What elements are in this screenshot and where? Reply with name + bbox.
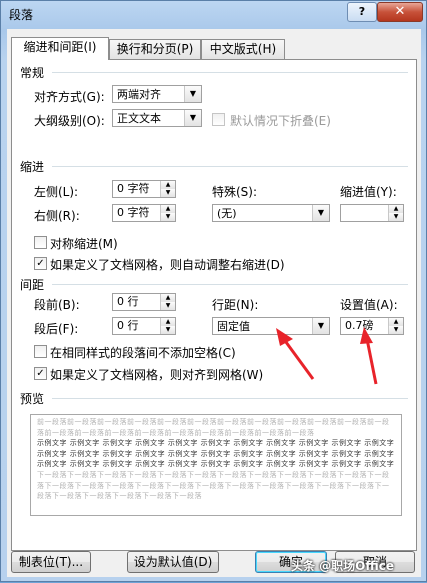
spacing-before-label: 段前(B):	[34, 298, 80, 312]
spacing-before-value: 0 行	[117, 295, 139, 308]
right-indent-value: 0 字符	[117, 206, 150, 219]
outline-level-select[interactable]: 正文文本 ▼	[112, 109, 202, 127]
spin-up-icon[interactable]: ▲	[160, 205, 175, 213]
section-spacing: 间距	[20, 278, 45, 292]
alignment-label: 对齐方式(G):	[34, 90, 105, 104]
tab-line-page-breaks[interactable]: 换行和分页(P)	[109, 39, 201, 59]
chevron-down-icon[interactable]: ▼	[184, 86, 201, 102]
spin-down-icon[interactable]: ▼	[160, 326, 175, 334]
spacing-after-spinner[interactable]: 0 行 ▲ ▼	[112, 317, 176, 335]
spin-down-icon[interactable]: ▼	[160, 302, 175, 310]
preview-next-paragraph: 下一段落下一段落下一段落下一段落下一段落下一段落下一段落下一段落下一段落下一段落…	[37, 470, 390, 501]
preview-sample-text: 示例文字 示例文字 示例文字 示例文字 示例文字 示例文字 示例文字 示例文字 …	[37, 439, 395, 469]
title-bar[interactable]: 段落 ? ✕	[1, 1, 426, 27]
no-space-label: 在相同样式的段落间不添加空格(C)	[50, 346, 236, 360]
paragraph-dialog: 段落 ? ✕ 缩进和间距(I) 换行和分页(P) 中文版式(H) 常规 对齐方式…	[0, 0, 427, 582]
outline-level-label: 大纲级别(O):	[34, 114, 105, 128]
spin-up-icon[interactable]: ▲	[388, 318, 403, 326]
left-indent-label: 左侧(L):	[34, 185, 79, 199]
section-general: 常规	[20, 66, 45, 80]
watermark: 头条 @职场Office	[291, 559, 395, 573]
line-spacing-label: 行距(N):	[212, 298, 259, 312]
line-spacing-at-spinner[interactable]: 0.7磅 ▲ ▼	[340, 317, 404, 335]
section-indentation: 缩进	[20, 160, 45, 174]
chevron-down-icon[interactable]: ▼	[184, 110, 201, 126]
close-button[interactable]: ✕	[377, 2, 423, 22]
special-value: (无)	[217, 207, 237, 220]
dialog-body: 缩进和间距(I) 换行和分页(P) 中文版式(H) 常规 对齐方式(G): 两端…	[7, 29, 421, 577]
auto-adjust-label: 如果定义了文档网格，则自动调整右缩进(D)	[50, 258, 285, 272]
tab-panel: 常规 对齐方式(G): 两端对齐 ▼ 大纲级别(O): 正文文本 ▼ 默认情况下…	[11, 59, 417, 551]
no-space-checkbox[interactable]	[34, 345, 47, 358]
indent-by-spinner[interactable]: ▲ ▼	[340, 204, 404, 222]
dialog-title: 段落	[9, 8, 34, 22]
spin-up-icon[interactable]: ▲	[160, 318, 175, 326]
preview-box: 前一段落前一段落前一段落前一段落前一段落前一段落前一段落前一段落前一段落前一段落…	[30, 414, 402, 516]
set-default-button[interactable]: 设为默认值(D)	[127, 551, 219, 573]
tab-indents-spacing[interactable]: 缩进和间距(I)	[11, 37, 109, 60]
spin-up-icon[interactable]: ▲	[160, 181, 175, 189]
spin-up-icon[interactable]: ▲	[388, 205, 403, 213]
spin-down-icon[interactable]: ▼	[160, 213, 175, 221]
divider	[52, 398, 408, 399]
spin-down-icon[interactable]: ▼	[160, 189, 175, 197]
mirror-indents-checkbox[interactable]	[34, 236, 47, 249]
mirror-indents-label: 对称缩进(M)	[50, 237, 118, 251]
tab-asian-typography[interactable]: 中文版式(H)	[201, 39, 285, 59]
spacing-before-spinner[interactable]: 0 行 ▲ ▼	[112, 293, 176, 311]
alignment-value: 两端对齐	[117, 88, 161, 101]
collapse-label: 默认情况下折叠(E)	[230, 114, 331, 128]
line-spacing-at-value: 0.7磅	[345, 319, 374, 332]
line-spacing-at-label: 设置值(A):	[340, 298, 398, 312]
special-label: 特殊(S):	[212, 185, 258, 199]
spin-down-icon[interactable]: ▼	[388, 213, 403, 221]
right-indent-label: 右侧(R):	[34, 209, 80, 223]
alignment-select[interactable]: 两端对齐 ▼	[112, 85, 202, 103]
indent-by-label: 缩进值(Y):	[340, 185, 397, 199]
chevron-down-icon[interactable]: ▼	[312, 205, 329, 221]
spin-up-icon[interactable]: ▲	[160, 294, 175, 302]
chevron-down-icon[interactable]: ▼	[312, 318, 329, 334]
divider	[52, 166, 408, 167]
auto-adjust-checkbox[interactable]: ✓	[34, 257, 47, 270]
left-indent-spinner[interactable]: 0 字符 ▲ ▼	[112, 180, 176, 198]
snap-grid-checkbox[interactable]: ✓	[34, 367, 47, 380]
divider	[52, 72, 408, 73]
left-indent-value: 0 字符	[117, 182, 150, 195]
collapse-checkbox[interactable]	[212, 113, 225, 126]
preview-previous-paragraph: 前一段落前一段落前一段落前一段落前一段落前一段落前一段落前一段落前一段落前一段落…	[37, 418, 390, 437]
right-indent-spinner[interactable]: 0 字符 ▲ ▼	[112, 204, 176, 222]
special-select[interactable]: (无) ▼	[212, 204, 330, 222]
line-spacing-select[interactable]: 固定值 ▼	[212, 317, 330, 335]
spacing-after-value: 0 行	[117, 319, 139, 332]
spacing-after-label: 段后(F):	[34, 322, 79, 336]
spin-down-icon[interactable]: ▼	[388, 326, 403, 334]
tabs-button[interactable]: 制表位(T)...	[11, 551, 91, 573]
help-button[interactable]: ?	[347, 2, 377, 22]
section-preview: 预览	[20, 392, 45, 406]
line-spacing-value: 固定值	[217, 320, 250, 333]
outline-level-value: 正文文本	[117, 112, 161, 125]
divider	[52, 284, 408, 285]
snap-grid-label: 如果定义了文档网格，则对齐到网格(W)	[50, 368, 264, 382]
